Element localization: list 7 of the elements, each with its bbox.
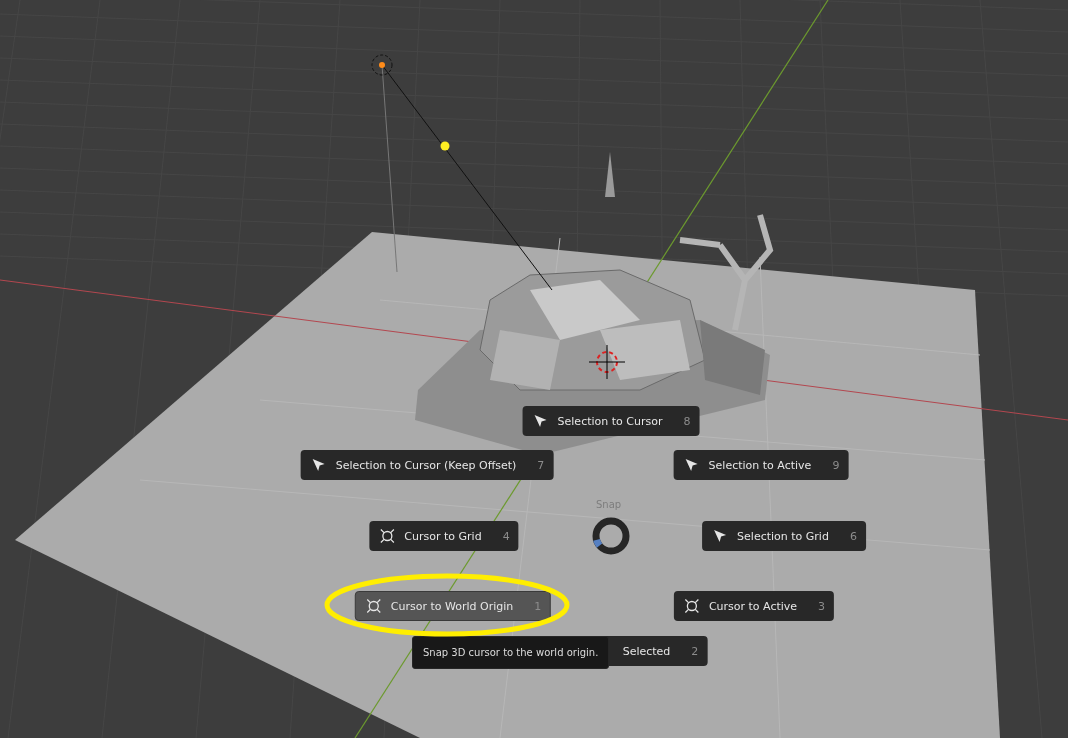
pie-menu-item[interactable]: Selection to Grid 6 [702, 521, 866, 551]
pie-menu-item[interactable]: Cursor to Grid 4 [369, 521, 519, 551]
pie-menu-item[interactable]: Selection to Active 9 [673, 450, 849, 480]
pie-menu-item[interactable]: Selection to Cursor (Keep Offset) 7 [300, 450, 554, 480]
pie-menu-item[interactable]: Selection to Cursor 8 [522, 406, 700, 436]
pie-menu-item[interactable]: Cursor to Active 3 [673, 591, 835, 621]
tooltip: Snap 3D cursor to the world origin. [412, 636, 610, 669]
